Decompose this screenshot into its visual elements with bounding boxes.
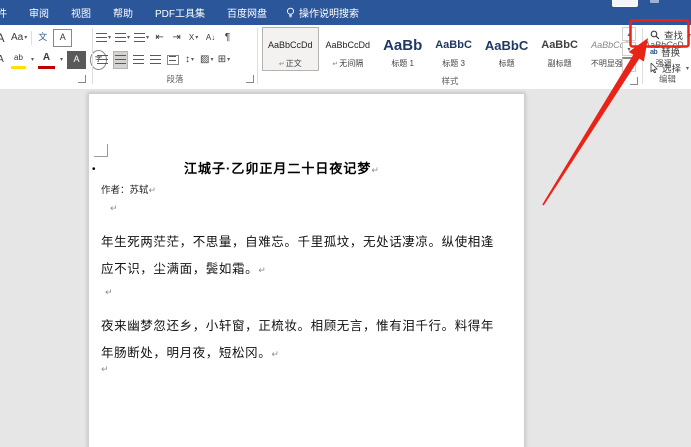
numbering-icon[interactable]: ▾ — [115, 30, 130, 46]
cursor-icon — [650, 63, 658, 73]
styles-group: AaBbCcDd ↵正文 AaBbCcDd ↵无间隔 AaBb 标题 1 AaB… — [259, 25, 683, 89]
caret-icon[interactable]: ▾ — [31, 56, 34, 63]
tab-pdf-tools[interactable]: PDF工具集 — [144, 3, 216, 22]
borders-icon[interactable]: ⊞ ▾ — [217, 52, 230, 68]
shading-icon[interactable]: ▨ ▾ — [200, 52, 213, 68]
find-button[interactable]: 查找 ▾ — [650, 28, 691, 42]
editing-group: 查找 ▾ ab 替换 选择 ▾ 编辑 — [644, 25, 691, 89]
character-border-icon[interactable]: A — [53, 28, 73, 47]
multilevel-list-icon[interactable]: ▾ — [134, 30, 149, 46]
decrease-indent-icon[interactable]: ⇤ — [153, 30, 166, 46]
asian-layout-icon[interactable]: X ▾ — [187, 30, 200, 46]
text-highlight-color-icon[interactable]: ab — [11, 50, 26, 69]
tab-view[interactable]: 视图 — [60, 3, 102, 22]
tab-help[interactable]: 帮助 — [102, 3, 144, 22]
search-icon — [650, 30, 660, 40]
editing-group-label: 编辑 — [658, 74, 676, 84]
paragraph-mark: ↵ — [110, 203, 118, 213]
document-title[interactable]: 江城子·乙卯正月二十日夜记梦↵ — [99, 158, 464, 177]
style-no-spacing[interactable]: AaBbCcDd ↵无间隔 — [320, 27, 377, 71]
bullets-icon[interactable]: ▾ — [96, 30, 111, 46]
poem-line[interactable]: 年生死两茫茫，不思量，自难忘。千里孤坟，无处话凄凉。纵使相逢 — [101, 231, 511, 250]
paragraph-dialog-launcher[interactable] — [246, 75, 254, 83]
character-shading-icon[interactable]: A — [67, 50, 87, 69]
poem-line[interactable]: 夜来幽梦忽还乡，小轩窗，正梳妆。相顾无言，惟有泪千行。料得年 — [101, 315, 511, 334]
font-dialog-launcher[interactable] — [78, 75, 86, 83]
return-mark-icon: ↵ — [332, 61, 339, 68]
poem-line[interactable]: 年肠断处，明月夜，短松冈。↵ — [101, 342, 511, 361]
word-window: 件 审阅 视图 帮助 PDF工具集 百度网盘 操作说明搜索 A Aa ▾ 文 A… — [0, 0, 691, 447]
gallery-scroll-up[interactable]: ▴ — [622, 27, 636, 41]
style-title[interactable]: AaBbC 标题 — [479, 27, 534, 71]
align-left-icon[interactable] — [96, 52, 109, 68]
grow-font-icon[interactable]: A — [0, 30, 7, 46]
menu-bar: 件 审阅 视图 帮助 PDF工具集 百度网盘 操作说明搜索 — [0, 0, 691, 25]
paragraph-mark: ↵ — [271, 349, 279, 359]
increase-indent-icon[interactable]: ⇥ — [170, 30, 183, 46]
paragraph-mark: ↵ — [258, 265, 266, 275]
lightbulb-icon — [286, 7, 295, 17]
distribute-icon[interactable] — [166, 52, 179, 68]
tab-review[interactable]: 审阅 — [18, 3, 60, 22]
replace-icon: ab — [650, 48, 658, 56]
align-center-icon[interactable] — [113, 50, 128, 69]
change-case-icon[interactable]: Aa ▾ — [11, 30, 27, 46]
tab-mailings-partial[interactable]: 件 — [0, 3, 18, 22]
styles-group-label: 样式 — [441, 76, 459, 86]
document-canvas: • 江城子·乙卯正月二十日夜记梦↵ 作者：苏轼↵ ↵ 年生死两茫茫，不思量，自难… — [0, 89, 691, 447]
group-divider — [257, 28, 258, 84]
paragraph-group-label: 段落 — [166, 74, 184, 84]
title-bullet: • — [92, 164, 96, 175]
paragraph-mark: ↵ — [101, 364, 109, 374]
replace-button[interactable]: ab 替换 — [650, 45, 680, 59]
caret-icon[interactable]: ▾ — [60, 56, 63, 63]
text-boundary-mark — [94, 144, 108, 157]
titlebar-partial-icon — [650, 0, 659, 3]
style-normal[interactable]: AaBbCcDd ↵正文 — [262, 27, 319, 71]
font-color-icon[interactable]: A — [38, 50, 56, 69]
styles-dialog-launcher[interactable] — [630, 77, 638, 85]
divider — [31, 30, 33, 45]
tab-baidu-netdisk[interactable]: 百度网盘 — [216, 3, 278, 22]
style-heading1[interactable]: AaBb 标题 1 — [377, 27, 428, 71]
caret-icon: ▾ — [686, 65, 690, 72]
poem-line[interactable]: 应不识，尘满面，鬓如霜。↵ — [101, 258, 511, 277]
tell-me-search[interactable]: 操作说明搜索 — [278, 3, 367, 22]
sort-icon[interactable]: A↓ — [204, 30, 217, 46]
paragraph-group: ▾ ▾ ▾ ⇤ ⇥ X ▾ A↓ ¶ ↕ ▾ ▨ ▾ ⊞ ▾ 段落 — [94, 25, 256, 89]
paragraph-mark: ↵ — [105, 287, 113, 297]
ribbon: A Aa▾ 文 A A ab ▾ A ▾ A 字 ▾ ▾ ▾ — [0, 25, 691, 90]
gallery-more-button[interactable]: ▾ — [622, 57, 636, 72]
show-hide-marks-icon[interactable]: ¶ — [221, 30, 234, 46]
style-heading3[interactable]: AaBbC 标题 3 — [429, 27, 478, 71]
line-spacing-icon[interactable]: ↕ ▾ — [183, 52, 196, 68]
tell-me-label: 操作说明搜索 — [299, 9, 359, 20]
author-line[interactable]: 作者：苏轼↵ — [101, 182, 156, 196]
group-divider — [92, 28, 93, 84]
phonetic-guide-icon[interactable]: 文 — [36, 30, 49, 46]
font-group: A Aa▾ 文 A A ab ▾ A ▾ A 字 — [0, 25, 108, 89]
gallery-scroll-down[interactable]: ▾ — [622, 42, 636, 56]
paragraph-mark: ↵ — [371, 165, 379, 175]
return-mark-icon: ↵ — [278, 61, 285, 68]
document-page[interactable]: • 江城子·乙卯正月二十日夜记梦↵ 作者：苏轼↵ ↵ 年生死两茫茫，不思量，自难… — [88, 93, 525, 447]
style-subtitle[interactable]: AaBbC 副标题 — [535, 27, 584, 71]
paragraph-mark: ↵ — [148, 185, 157, 195]
justify-icon[interactable] — [149, 52, 162, 68]
text-effects-icon[interactable]: A — [0, 52, 7, 68]
align-right-icon[interactable] — [132, 52, 145, 68]
titlebar-partial-control[interactable] — [612, 0, 638, 7]
group-divider — [642, 28, 643, 84]
